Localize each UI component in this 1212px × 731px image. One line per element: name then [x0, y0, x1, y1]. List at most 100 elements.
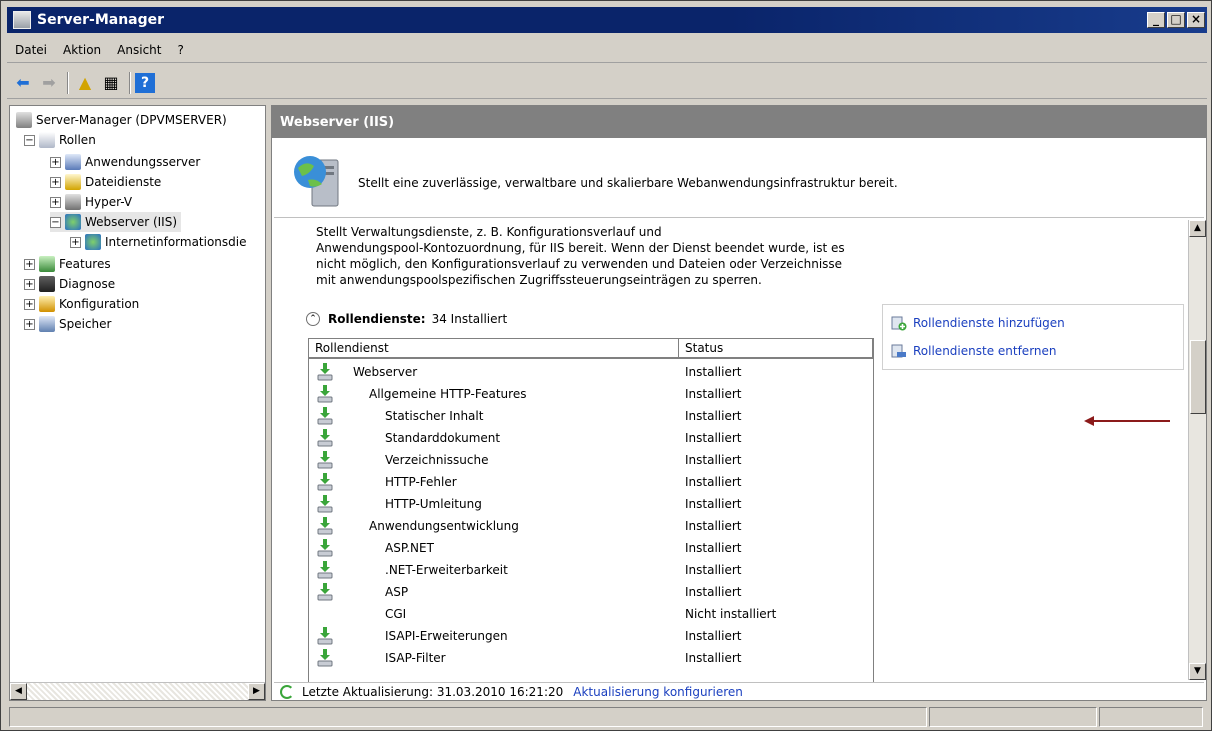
role-service-status: Installiert: [685, 651, 742, 665]
table-row[interactable]: Verzeichnissuche Installiert: [309, 449, 873, 471]
scroll-up-icon[interactable]: ▲: [1189, 220, 1206, 237]
installed-icon: [317, 429, 333, 447]
table-row[interactable]: Webserver Installiert: [309, 361, 873, 383]
scroll-track[interactable]: [27, 683, 248, 700]
table-row[interactable]: HTTP-Umleitung Installiert: [309, 493, 873, 515]
table-row[interactable]: Statischer Inhalt Installiert: [309, 405, 873, 427]
tree-item-label: Webserver (IIS): [85, 215, 178, 229]
tree-item-konfiguration[interactable]: + Konfiguration: [24, 294, 139, 314]
table-header: Rollendienst Status: [309, 339, 873, 359]
menu-bar: Datei Aktion Ansicht ?: [7, 37, 1207, 63]
show-hide-console-tree-icon[interactable]: ▦: [99, 71, 123, 95]
menu-ansicht[interactable]: Ansicht: [117, 43, 161, 57]
expand-toggle-icon[interactable]: +: [24, 278, 35, 290]
scroll-thumb[interactable]: [1190, 340, 1206, 414]
tree-item-rollen[interactable]: − Rollen: [24, 130, 96, 150]
installed-icon: [317, 473, 333, 491]
tree-item-anwendungsserver[interactable]: + Anwendungsserver: [50, 152, 200, 172]
menu-datei[interactable]: Datei: [15, 43, 47, 57]
description-line: Anwendungspool-Kontozuordnung, für IIS b…: [316, 241, 845, 255]
tree-item-speicher[interactable]: + Speicher: [24, 314, 111, 334]
remove-role-services-link[interactable]: Rollendienste entfernen: [891, 341, 1057, 361]
add-role-services-link[interactable]: Rollendienste hinzufügen: [891, 313, 1065, 333]
menu-help[interactable]: ?: [177, 43, 183, 57]
table-row[interactable]: HTTP-Fehler Installiert: [309, 471, 873, 493]
table-row[interactable]: ASP.NET Installiert: [309, 537, 873, 559]
refresh-icon[interactable]: [280, 684, 294, 699]
table-row[interactable]: Anwendungsentwicklung Installiert: [309, 515, 873, 537]
tree-item-label: Diagnose: [59, 277, 116, 291]
tree-horizontal-scrollbar[interactable]: ◀ ▶: [10, 682, 265, 700]
tree-root-label: Server-Manager (DPVMSERVER): [36, 113, 227, 127]
tree-item-internetinformationsdienste[interactable]: + Internetinformationsdie: [70, 232, 247, 252]
table-row[interactable]: ISAP-Filter Installiert: [309, 647, 873, 669]
role-service-name: Allgemeine HTTP-Features: [369, 387, 527, 401]
collapse-toggle-icon[interactable]: −: [24, 134, 35, 146]
roles-icon: [39, 132, 55, 148]
expand-toggle-icon[interactable]: +: [50, 196, 61, 208]
installed-icon: [317, 451, 333, 469]
close-button[interactable]: ×: [1187, 12, 1205, 28]
back-arrow-icon[interactable]: ⬅: [11, 71, 35, 95]
tree-item-label: Internetinformationsdie: [105, 235, 247, 249]
configure-refresh-link[interactable]: Aktualisierung konfigurieren: [573, 685, 743, 699]
installed-icon: [317, 517, 333, 535]
table-row[interactable]: Standarddokument Installiert: [309, 427, 873, 449]
tree-item-features[interactable]: + Features: [24, 254, 111, 274]
table-row[interactable]: CGI Nicht installiert: [309, 603, 873, 625]
role-service-name: ASP.NET: [385, 541, 434, 555]
expand-toggle-icon[interactable]: +: [24, 298, 35, 310]
collapse-section-icon[interactable]: ⌃: [306, 312, 320, 326]
expand-toggle-icon[interactable]: +: [50, 156, 61, 168]
minimize-button[interactable]: _: [1147, 12, 1165, 28]
expand-toggle-icon[interactable]: +: [50, 176, 61, 188]
server-manager-window: Server-Manager _ □ × Datei Aktion Ansich…: [0, 0, 1212, 731]
expand-toggle-icon[interactable]: +: [24, 318, 35, 330]
collapse-toggle-icon[interactable]: −: [50, 216, 61, 228]
expand-toggle-icon[interactable]: +: [24, 258, 35, 270]
window-title: Server-Manager: [37, 12, 165, 28]
table-row[interactable]: .NET-Erweiterbarkeit Installiert: [309, 559, 873, 581]
toolbar: ⬅ ➡ ▲ ▦ ?: [7, 67, 1207, 99]
expand-toggle-icon[interactable]: +: [70, 236, 81, 248]
tree-item-hyper-v[interactable]: + Hyper-V: [50, 192, 132, 212]
installed-icon: [317, 649, 333, 667]
table-row[interactable]: ASP Installiert: [309, 581, 873, 603]
add-role-services-label: Rollendienste hinzufügen: [913, 316, 1065, 330]
actions-panel: Rollendienste hinzufügen Rollendienste e…: [882, 304, 1184, 370]
scroll-down-icon[interactable]: ▼: [1189, 663, 1206, 680]
diagnostics-icon: [39, 276, 55, 292]
scroll-right-icon[interactable]: ▶: [248, 683, 265, 700]
tree-item-webserver-iis[interactable]: − Webserver (IIS): [50, 212, 182, 232]
tree-item-diagnose[interactable]: + Diagnose: [24, 274, 115, 294]
table-row[interactable]: ISAPI-Erweiterungen Installiert: [309, 625, 873, 647]
details-vertical-scrollbar[interactable]: ▲ ▼: [1188, 220, 1206, 680]
role-services-section-header: ⌃ Rollendienste: 34 Installiert: [306, 312, 507, 326]
tree-item-label: Anwendungsserver: [85, 155, 201, 169]
column-header-status[interactable]: Status: [679, 339, 873, 359]
maximize-button[interactable]: □: [1167, 12, 1185, 28]
iis-manager-icon: [85, 234, 101, 250]
help-icon[interactable]: ?: [135, 72, 155, 93]
role-service-status: Installiert: [685, 453, 742, 467]
role-service-status: Installiert: [685, 409, 742, 423]
role-service-status: Installiert: [685, 629, 742, 643]
file-services-icon: [65, 174, 81, 190]
role-service-status: Installiert: [685, 475, 742, 489]
tree-item-label: Rollen: [59, 133, 96, 147]
table-row[interactable]: Allgemeine HTTP-Features Installiert: [309, 383, 873, 405]
tree-item-dateidienste[interactable]: + Dateidienste: [50, 172, 161, 192]
last-update-text: Letzte Aktualisierung: 31.03.2010 16:21:…: [302, 684, 564, 699]
installed-icon: [317, 363, 333, 381]
scroll-left-icon[interactable]: ◀: [10, 683, 27, 700]
up-folder-icon[interactable]: ▲: [73, 71, 97, 95]
hyper-v-icon: [65, 194, 81, 210]
tree-root[interactable]: Server-Manager (DPVMSERVER): [16, 110, 227, 130]
role-service-name: ISAP-Filter: [385, 651, 446, 665]
column-header-rollendienst[interactable]: Rollendienst: [309, 339, 679, 359]
status-panel-main: [9, 707, 927, 727]
menu-aktion[interactable]: Aktion: [63, 43, 101, 57]
forward-arrow-icon[interactable]: ➡: [37, 71, 61, 95]
role-service-name: ISAPI-Erweiterungen: [385, 629, 508, 643]
role-service-name: Anwendungsentwicklung: [369, 519, 519, 533]
